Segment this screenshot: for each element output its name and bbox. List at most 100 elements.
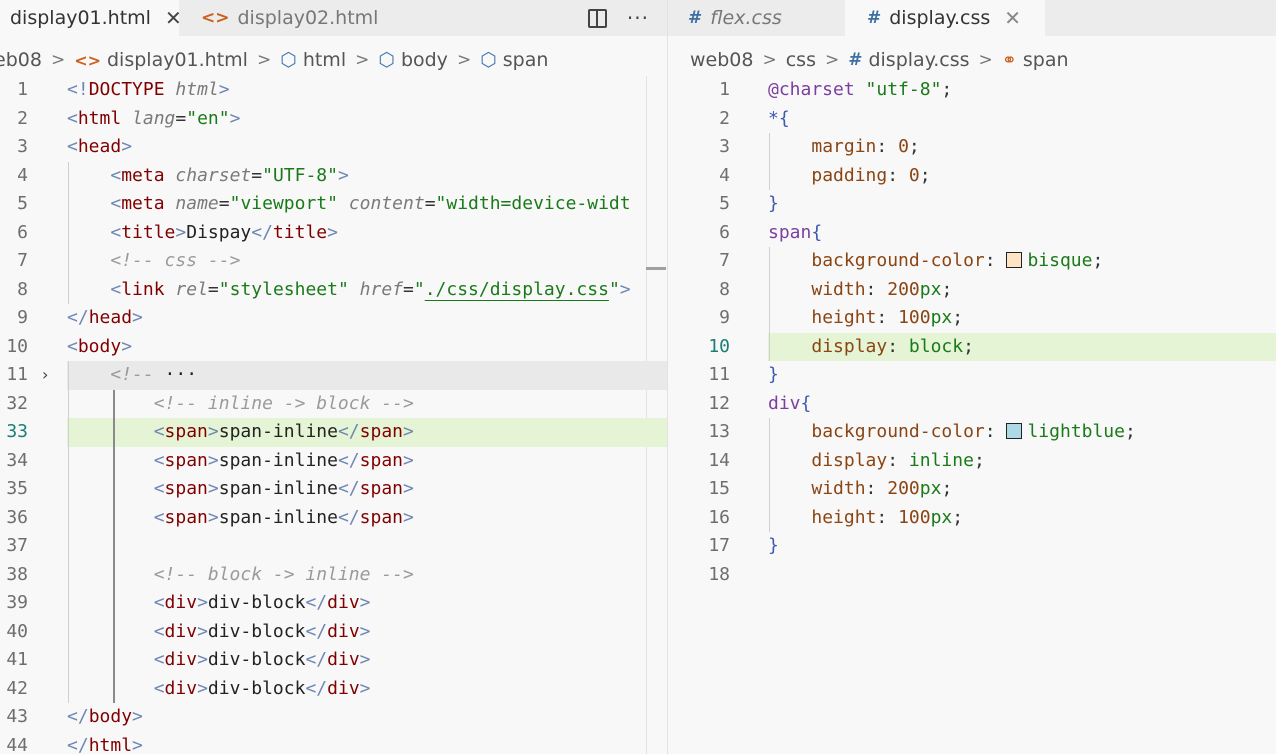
code-line[interactable]: 43 </body> [0,703,667,732]
line-number: 4 [17,164,28,186]
color-swatch[interactable] [1006,423,1023,439]
token-br: < [153,506,165,528]
line-number: 41 [6,649,28,670]
code-text: *{ [768,105,1276,134]
token-punc: : [984,421,1007,442]
code-line[interactable]: 2 *{ [668,105,1276,134]
breadcrumb-item-css[interactable]: css [786,49,816,71]
code-line[interactable]: 9 </head> [0,304,667,333]
token-com: <!-- inline -> block --> [153,392,414,414]
code-line[interactable]: 42 <div>div-block</div> [0,675,667,704]
code-line[interactable]: 5} [668,190,1276,219]
breadcrumb-item-web08[interactable]: eb08 [0,49,42,71]
code-line[interactable]: 1 @charset "utf-8"; [668,76,1276,105]
code-line[interactable]: 9 height: 100px; [668,304,1276,333]
token-str: "utf-8" [865,79,942,100]
code-line[interactable]: 6 <title>Dispay</title> [0,219,667,248]
code-text: <span>span-inline</span> [67,475,667,504]
breadcrumb-item-file[interactable]: <> display01.html [74,49,248,71]
code-line[interactable]: 6 span{ [668,219,1276,248]
code-line[interactable]: 8 width: 200px; [668,276,1276,305]
breadcrumb-item-span[interactable]: ⚭ span [1002,49,1069,71]
code-line[interactable]: 10 <body> [0,333,667,362]
token-punc: : [876,506,899,528]
breadcrumb-item-web08[interactable]: web08 [690,49,753,71]
token-tag: span [164,421,208,442]
breadcrumb-item-file[interactable]: # display.css [848,49,969,71]
token-tag: DOCTYPE [88,79,165,100]
code-text: <!DOCTYPE html> [67,76,667,105]
left-editor-group: display01.html ✕ <> display02.html ··· e… [0,0,667,754]
token-attr: content [348,193,425,214]
code-line[interactable]: 44 </html> [0,732,667,754]
code-line[interactable]: 36 <span>span-inline</span> [0,504,667,533]
token-br: > [207,506,219,528]
close-icon[interactable]: ✕ [1004,6,1021,30]
code-line[interactable]: 37 [0,532,667,561]
code-text: </html> [67,732,667,754]
code-text: height: 100px; [768,304,1276,333]
tab-display-css[interactable]: # display.css ✕ [845,0,1045,36]
token-attr: lang [132,107,176,129]
token-unit: px [919,278,942,300]
tab-flex-css[interactable]: # flex.css [668,0,843,36]
token-num: 0 [898,136,909,157]
code-line[interactable]: 15 width: 200px; [668,475,1276,504]
code-line[interactable]: 41 <div>div-block</div> [0,646,667,675]
code-line[interactable]: 11} [668,361,1276,390]
code-line[interactable]: 34 <span>span-inline</span> [0,447,667,476]
breadcrumb-item-span[interactable]: ⬡ span [480,49,548,71]
code-line[interactable]: 35 <span>span-inline</span> [0,475,667,504]
token-eq: = [251,164,263,186]
chevron-right-icon[interactable]: › [42,361,48,390]
token-tag: span [359,449,404,471]
code-text: background-color: lightblue; [768,418,1276,447]
color-swatch[interactable] [1006,252,1023,268]
tab-display01-html[interactable]: display01.html ✕ [0,0,182,36]
breadcrumb-item-body[interactable]: ⬡ body [378,49,448,71]
split-editor-icon[interactable] [587,8,607,28]
tab-display02-html[interactable]: <> display02.html [187,0,393,36]
token-punc: ; [941,278,953,300]
token-br: > [403,449,414,471]
code-line[interactable]: 4 <meta charset="UTF-8"> [0,162,667,191]
code-line[interactable]: 2 <html lang="en"> [0,105,667,134]
code-line[interactable]: 4 padding: 0; [668,162,1276,191]
breadcrumb-item-html[interactable]: ⬡ html [280,49,346,71]
code-line[interactable]: 11 › <!-- ··· [0,361,667,390]
code-line[interactable]: 8 <link rel="stylesheet" href="./css/dis… [0,276,667,305]
code-line[interactable]: 17} [668,532,1276,561]
code-line[interactable]: 12 div{ [668,390,1276,419]
line-number: 4 [719,164,730,186]
token-br: </ [337,449,360,471]
code-text: <!-- ··· [67,361,667,390]
line-number: 3 [17,136,28,157]
chevron-right-icon: > [824,50,840,70]
code-line[interactable]: 7 <!-- css --> [0,247,667,276]
code-line[interactable]: 32 <!-- inline -> block --> [0,390,667,419]
code-line[interactable]: 1 <!DOCTYPE html> [0,76,667,105]
code-line[interactable]: 33 <span>span-inline</span> [0,418,667,447]
code-line[interactable]: 18 [668,561,1276,590]
code-line[interactable]: 14 display: inline; [668,447,1276,476]
code-text: <head> [67,133,667,162]
token-br: < [110,193,122,214]
code-line[interactable]: 40 <div>div-block</div> [0,618,667,647]
code-line[interactable]: 7 background-color: bisque; [668,247,1276,276]
code-line[interactable]: 38 <!-- block -> inline --> [0,561,667,590]
more-actions-icon[interactable]: ··· [627,8,649,28]
code-line[interactable]: 39 <div>div-block</div> [0,589,667,618]
code-line[interactable]: 13 background-color: lightblue; [668,418,1276,447]
close-icon[interactable]: ✕ [165,6,182,30]
code-line[interactable]: 3 <head> [0,133,667,162]
code-line[interactable]: 16 height: 100px; [668,504,1276,533]
code-line[interactable]: 10 display: block; [668,332,1276,361]
code-line[interactable]: 3 margin: 0; [668,133,1276,162]
token-punc: ; [919,164,931,186]
code-line[interactable]: 5 <meta name="viewport" content="width=d… [0,190,667,219]
